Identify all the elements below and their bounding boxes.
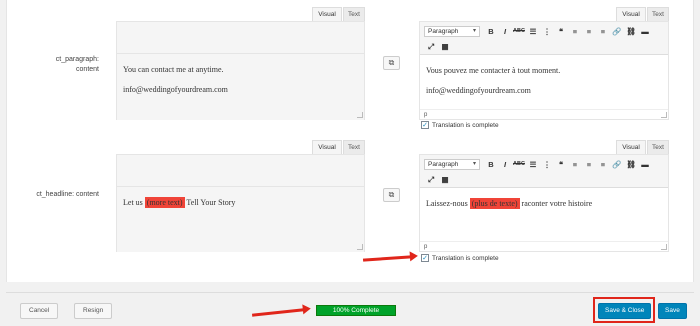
strikethrough-icon[interactable]: ABC (512, 159, 526, 170)
source-content-paragraph: You can contact me at anytime. info@wedd… (117, 54, 364, 120)
translation-complete-checkbox[interactable]: ✓ (421, 254, 429, 262)
tab-text-target-1[interactable]: Text (647, 7, 669, 21)
unlink-icon[interactable]: ⛓ (624, 26, 638, 37)
align-left-icon[interactable]: ≡ (568, 26, 582, 37)
target-text-after: raconter votre histoire (519, 199, 593, 208)
editor-toolbar: Paragraph ▾ B I ABC ☰ ⋮ ❝ ≡ ≡ ≡ 🔗 ⛓ ▬ ⤢ ▦ (420, 22, 668, 55)
tab-visual-target-2[interactable]: Visual (616, 140, 646, 154)
source-editor-headline: Let us (more text) Tell Your Story (116, 154, 365, 252)
source-text-after: Tell Your Story (184, 198, 236, 207)
save-button[interactable]: Save (658, 303, 687, 319)
target-headline-text: Laissez-nous (plus de texte) raconter vo… (426, 198, 662, 210)
link-icon[interactable]: 🔗 (610, 159, 624, 170)
italic-icon[interactable]: I (498, 26, 512, 37)
annotation-arrow-checkbox (362, 255, 412, 262)
align-center-icon[interactable]: ≡ (582, 159, 596, 170)
align-right-icon[interactable]: ≡ (596, 26, 610, 37)
source-toolbar-placeholder (117, 22, 364, 54)
numbered-list-icon[interactable]: ⋮ (540, 159, 554, 170)
source-toolbar-placeholder (117, 155, 364, 187)
copy-icon: ⧉ (388, 190, 395, 199)
toolbar-toggle-icon[interactable]: ▦ (438, 41, 452, 52)
editor-status-path: p (420, 241, 668, 251)
copy-source-button[interactable]: ⧉ (383, 188, 400, 202)
target-editor-headline[interactable]: Paragraph ▾ B I ABC ☰ ⋮ ❝ ≡ ≡ ≡ 🔗 ⛓ ▬ ⤢ ▦… (419, 154, 669, 252)
target-line-2: info@weddingofyourdream.com (426, 86, 531, 95)
source-text-before: Let us (123, 198, 145, 207)
blockquote-icon[interactable]: ❝ (554, 159, 568, 170)
resize-handle[interactable] (661, 244, 667, 250)
cancel-button[interactable]: Cancel (20, 303, 59, 319)
translation-editor-panel: ct_paragraph: content Visual Text You ca… (6, 0, 694, 282)
link-icon[interactable]: 🔗 (610, 26, 624, 37)
translation-complete-row-1[interactable]: ✓ Translation is complete (421, 121, 499, 129)
strikethrough-icon[interactable]: ABC (512, 26, 526, 37)
copy-source-button[interactable]: ⧉ (383, 56, 400, 70)
align-left-icon[interactable]: ≡ (568, 159, 582, 170)
blockquote-icon[interactable]: ❝ (554, 26, 568, 37)
tab-text-source-1[interactable]: Text (343, 7, 365, 21)
italic-icon[interactable]: I (498, 159, 512, 170)
target-text-before: Laissez-nous (426, 199, 470, 208)
format-select[interactable]: Paragraph ▾ (424, 26, 480, 37)
format-select[interactable]: Paragraph ▾ (424, 159, 480, 170)
save-and-close-button[interactable]: Save & Close (598, 303, 652, 319)
tab-visual-source-1[interactable]: Visual (312, 7, 342, 21)
footer-bar: Cancel Resign 100% Complete Save & Close… (6, 292, 694, 326)
tab-visual-source-2[interactable]: Visual (312, 140, 342, 154)
resize-handle[interactable] (357, 244, 363, 250)
tab-visual-target-1[interactable]: Visual (616, 7, 646, 21)
translation-complete-label: Translation is complete (432, 121, 499, 129)
target-line-1: Vous pouvez me contacter à tout moment. (426, 66, 561, 75)
format-select-value: Paragraph (428, 28, 459, 35)
annotation-arrow-progress (251, 308, 305, 317)
format-select-value: Paragraph (428, 161, 459, 168)
bold-icon[interactable]: B (484, 159, 498, 170)
source-line-1: You can contact me at anytime. (123, 65, 224, 74)
fullscreen-icon[interactable]: ⤢ (424, 41, 438, 52)
numbered-list-icon[interactable]: ⋮ (540, 26, 554, 37)
field-label-headline: ct_headline: content (36, 191, 99, 198)
align-center-icon[interactable]: ≡ (582, 26, 596, 37)
resize-handle[interactable] (661, 112, 667, 118)
source-editor-paragraph: You can contact me at anytime. info@wedd… (116, 21, 365, 120)
translation-complete-label: Translation is complete (432, 254, 499, 262)
target-content-headline[interactable]: Laissez-nous (plus de texte) raconter vo… (420, 188, 668, 241)
chevron-down-icon: ▾ (472, 28, 476, 34)
resign-button[interactable]: Resign (74, 303, 113, 319)
resize-handle[interactable] (357, 112, 363, 118)
unlink-icon[interactable]: ⛓ (624, 159, 638, 170)
source-highlight: (more text) (144, 197, 185, 208)
target-content-paragraph[interactable]: Vous pouvez me contacter à tout moment. … (420, 55, 668, 109)
tab-text-target-2[interactable]: Text (647, 140, 669, 154)
read-more-icon[interactable]: ▬ (638, 159, 652, 170)
target-highlight: (plus de texte) (469, 198, 520, 209)
bullet-list-icon[interactable]: ☰ (526, 26, 540, 37)
progress-bar: 100% Complete (316, 305, 396, 316)
field-label-paragraph: ct_paragraph: content (55, 56, 99, 73)
bold-icon[interactable]: B (484, 26, 498, 37)
align-right-icon[interactable]: ≡ (596, 159, 610, 170)
source-content-headline: Let us (more text) Tell Your Story (117, 187, 364, 252)
source-line-2: info@weddingofyourdream.com (123, 85, 228, 94)
toolbar-toggle-icon[interactable]: ▦ (438, 174, 452, 185)
read-more-icon[interactable]: ▬ (638, 26, 652, 37)
editor-toolbar: Paragraph ▾ B I ABC ☰ ⋮ ❝ ≡ ≡ ≡ 🔗 ⛓ ▬ ⤢ ▦ (420, 155, 668, 188)
source-headline-text: Let us (more text) Tell Your Story (123, 197, 358, 209)
translation-complete-checkbox[interactable]: ✓ (421, 121, 429, 129)
tab-text-source-2[interactable]: Text (343, 140, 365, 154)
target-editor-paragraph[interactable]: Paragraph ▾ B I ABC ☰ ⋮ ❝ ≡ ≡ ≡ 🔗 ⛓ ▬ ⤢ ▦… (419, 21, 669, 120)
translation-complete-row-2[interactable]: ✓ Translation is complete (421, 254, 499, 262)
copy-icon: ⧉ (388, 58, 395, 67)
chevron-down-icon: ▾ (472, 161, 476, 167)
editor-status-path: p (420, 109, 668, 119)
fullscreen-icon[interactable]: ⤢ (424, 174, 438, 185)
bullet-list-icon[interactable]: ☰ (526, 159, 540, 170)
